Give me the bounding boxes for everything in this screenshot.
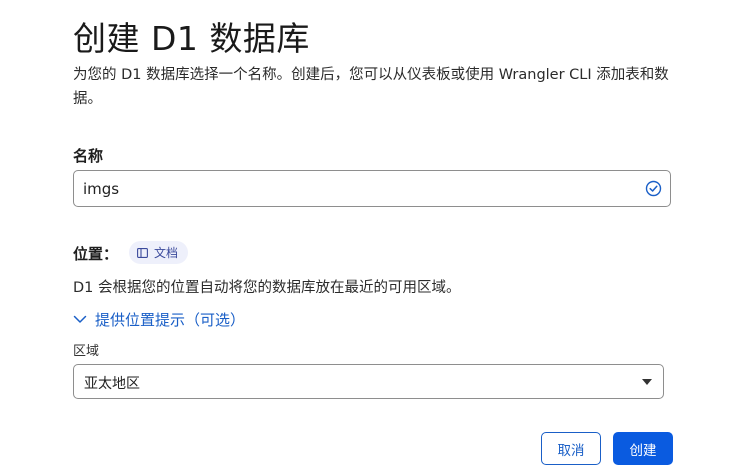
location-description: D1 会根据您的位置自动将您的数据库放在最近的可用区域。 — [73, 280, 461, 296]
check-circle-icon — [645, 180, 662, 197]
location-hint-toggle[interactable]: 提供位置提示（可选） — [73, 308, 245, 330]
name-input[interactable] — [83, 171, 623, 206]
location-hint-label: 提供位置提示（可选） — [95, 310, 246, 329]
region-selected-value: 亚太地区 — [84, 376, 140, 392]
region-select[interactable]: 亚太地区 — [73, 364, 664, 399]
chevron-down-icon — [73, 315, 87, 323]
dropdown-arrow-icon — [642, 379, 652, 385]
location-label: 位置： — [73, 245, 119, 263]
docs-link[interactable]: 文档 — [129, 241, 189, 264]
book-icon — [137, 247, 148, 258]
name-field — [73, 170, 671, 207]
create-button[interactable]: 创建 — [613, 432, 673, 465]
page-description: 为您的 D1 数据库选择一个名称。创建后，您可以从仪表板或使用 Wrangler… — [73, 67, 669, 107]
page-title: 创建 D1 数据库 — [73, 19, 310, 58]
name-label: 名称 — [73, 147, 104, 165]
region-label: 区域 — [73, 344, 100, 359]
docs-link-label: 文档 — [154, 246, 179, 260]
cancel-button[interactable]: 取消 — [541, 432, 601, 465]
